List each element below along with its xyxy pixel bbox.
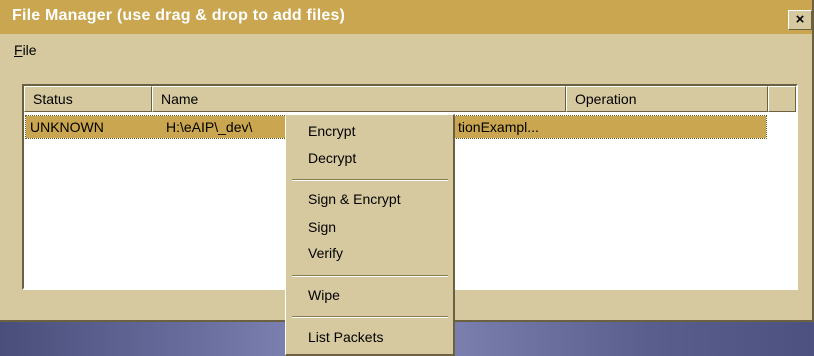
menu-item-verify[interactable]: Verify [308,245,343,261]
menu-file-accelerator: F [14,42,23,58]
menu-file-label: ile [22,42,37,58]
row-name-start: H:\eAIP\_dev\ [166,119,253,135]
menu-item-list-packets[interactable]: List Packets [308,329,383,345]
context-menu: Encrypt Decrypt Sign & Encrypt Sign Veri… [285,114,455,356]
menu-item-decrypt[interactable]: Decrypt [308,150,356,166]
close-icon: × [795,11,805,28]
menu-separator [292,179,448,181]
menu-item-encrypt[interactable]: Encrypt [308,123,355,139]
row-status: UNKNOWN [30,119,104,135]
menu-item-sign-encrypt[interactable]: Sign & Encrypt [308,191,401,207]
column-header-status[interactable]: Status [24,86,152,112]
column-header-filler [768,86,796,112]
menu-file[interactable]: File [14,42,37,58]
column-header-row: Status Name Operation [24,86,796,112]
menu-bar: File [0,36,812,64]
row-name-end: tionExampl... [458,119,539,135]
menu-separator [292,275,448,277]
column-header-name[interactable]: Name [152,86,566,112]
close-button[interactable]: × [788,10,812,30]
window-title: File Manager (use drag & drop to add fil… [12,7,346,24]
title-bar[interactable]: File Manager (use drag & drop to add fil… [0,0,812,34]
column-header-operation[interactable]: Operation [566,86,768,112]
menu-item-wipe[interactable]: Wipe [308,287,340,303]
menu-item-sign[interactable]: Sign [308,219,336,235]
menu-separator [292,316,448,318]
